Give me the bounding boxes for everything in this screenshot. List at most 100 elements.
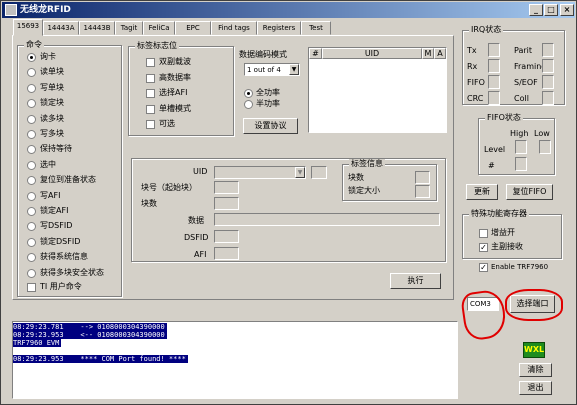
command-label-3: 锁定块 — [40, 98, 64, 108]
fifo-low-led — [539, 140, 551, 154]
window-title: 无线龙RFID — [20, 5, 71, 15]
irq-rx-label: Rx — [467, 62, 478, 71]
gain-on-checkbox[interactable] — [479, 229, 488, 238]
command-label-1: 读单块 — [40, 67, 64, 77]
command-radio-12[interactable] — [27, 237, 36, 247]
wxl-logo: WXL — [523, 342, 545, 358]
user-command-label: TI 用户命令 — [40, 282, 82, 291]
enable-trf7960-checkbox[interactable]: ✓ — [479, 263, 488, 272]
irq-coll-led — [542, 91, 554, 105]
tag-flags-legend: 标签标志位 — [135, 41, 179, 51]
main-window: 无线龙RFID _ □ × 15693 14443A 14443B Tagit … — [0, 0, 577, 405]
command-radio-10[interactable] — [27, 207, 36, 216]
fifo-count-label: # — [488, 161, 495, 170]
irq-fifo-led — [488, 75, 500, 89]
command-label-11: 写DSFID — [40, 221, 73, 231]
uid-label: UID — [193, 167, 208, 176]
main-sub-receive-checkbox[interactable]: ✓ — [479, 243, 488, 252]
flag-checkbox-4[interactable] — [146, 120, 155, 129]
block-count-field[interactable] — [214, 197, 239, 210]
irq-tx-led — [488, 43, 500, 57]
irq-fifo-label: FIFO — [467, 78, 485, 87]
tag-info-lock-size-label: 锁定大小 — [348, 186, 380, 195]
command-radio-4[interactable] — [27, 114, 36, 124]
full-power-radio[interactable] — [244, 89, 253, 98]
irq-sof-eof-label: S/EOF — [514, 78, 538, 87]
afi-field[interactable] — [214, 247, 239, 260]
red-annotation-port — [459, 288, 509, 342]
command-legend: 命令 — [24, 40, 44, 50]
irq-coll-label: Coll — [514, 94, 529, 103]
enable-trf7960-label: Enable TRF7960 — [491, 263, 549, 271]
command-radio-2[interactable] — [27, 83, 36, 93]
tag-table[interactable]: # UID M A — [308, 47, 447, 133]
block-count-label: 块数 — [141, 199, 157, 208]
tag-info-block-count-label: 块数 — [348, 173, 364, 182]
tab-tagit[interactable]: Tagit — [115, 21, 143, 35]
irq-parity-led — [542, 43, 554, 57]
half-power-label: 半功率 — [256, 99, 280, 108]
command-radio-9[interactable] — [27, 191, 36, 201]
flag-checkbox-3[interactable] — [146, 104, 155, 114]
command-label-4: 读多块 — [40, 113, 64, 123]
col-header-a[interactable]: A — [434, 48, 446, 59]
uid-extra-field[interactable] — [311, 166, 327, 179]
tab-epc[interactable]: EPC — [175, 21, 211, 35]
fifo-low-label: Low — [534, 129, 550, 138]
block-number-field[interactable] — [214, 181, 239, 194]
command-radio-7[interactable] — [27, 160, 36, 170]
half-power-radio[interactable] — [244, 100, 253, 109]
red-annotation-select-port — [505, 289, 563, 321]
title-bar: 无线龙RFID _ □ × — [2, 2, 575, 18]
col-header-m[interactable]: M — [422, 48, 434, 59]
log-row — [13, 346, 457, 354]
gain-on-label: 增益开 — [491, 228, 515, 237]
tab-15693[interactable]: 15693 — [13, 19, 43, 36]
tab-registers[interactable]: Registers — [257, 21, 301, 35]
flag-checkbox-0[interactable] — [146, 58, 155, 67]
uid-select[interactable]: ▼ — [214, 166, 306, 179]
log-area[interactable]: 08:29:23.781 --> 0108000304390000 08:29:2… — [12, 321, 458, 399]
user-command-checkbox[interactable] — [27, 283, 36, 292]
maximize-button[interactable]: □ — [544, 4, 558, 16]
execute-button[interactable]: 执行 — [390, 273, 441, 289]
command-label-8: 复位到准备状态 — [40, 175, 96, 185]
dsfid-label: DSFID — [184, 233, 209, 242]
clear-button[interactable]: 清除 — [519, 363, 552, 377]
dsfid-field[interactable] — [214, 230, 239, 243]
flag-checkbox-1[interactable] — [146, 73, 155, 83]
exit-button[interactable]: 退出 — [519, 381, 552, 395]
tab-test[interactable]: Test — [301, 21, 331, 35]
command-radio-0[interactable] — [27, 53, 36, 62]
minimize-button[interactable]: _ — [529, 4, 543, 16]
close-button[interactable]: × — [560, 4, 574, 16]
tab-find-tags[interactable]: Find tags — [211, 21, 257, 35]
col-header-index[interactable]: # — [309, 48, 322, 59]
flag-label-0: 双副载波 — [159, 57, 191, 66]
irq-legend: IRQ状态 — [469, 25, 504, 35]
command-radio-14[interactable] — [27, 268, 36, 278]
reset-fifo-button[interactable]: 复位FIFO — [506, 184, 553, 200]
uid-chevron-down-icon[interactable]: ▼ — [295, 167, 305, 178]
flag-checkbox-2[interactable] — [146, 89, 155, 98]
data-field[interactable] — [214, 213, 440, 226]
command-radio-5[interactable] — [27, 130, 36, 139]
tab-felica[interactable]: FeliCa — [143, 21, 175, 35]
command-label-10: 锁定AFI — [40, 206, 69, 215]
irq-crc-label: CRC — [467, 94, 484, 103]
update-button[interactable]: 更新 — [466, 184, 498, 200]
log-row: 08:29:23.781 --> 0108000304390000 — [13, 322, 457, 331]
app-icon — [5, 4, 17, 16]
irq-tx-label: Tx — [467, 46, 477, 55]
tab-14443a[interactable]: 14443A — [43, 21, 79, 35]
chevron-down-icon[interactable]: ▼ — [289, 64, 299, 75]
col-header-uid[interactable]: UID — [322, 48, 422, 59]
fifo-high-label: High — [510, 129, 529, 138]
command-label-0: 询卡 — [40, 52, 56, 61]
data-mode-select[interactable]: 1 out of 4 ▼ — [244, 63, 300, 76]
flag-label-3: 单槽模式 — [159, 103, 191, 113]
tab-14443b[interactable]: 14443B — [79, 21, 115, 35]
log-row: 08:29:23.953 <-- 0108000304390000 — [13, 330, 457, 339]
set-protocol-button[interactable]: 设置协议 — [243, 118, 298, 134]
